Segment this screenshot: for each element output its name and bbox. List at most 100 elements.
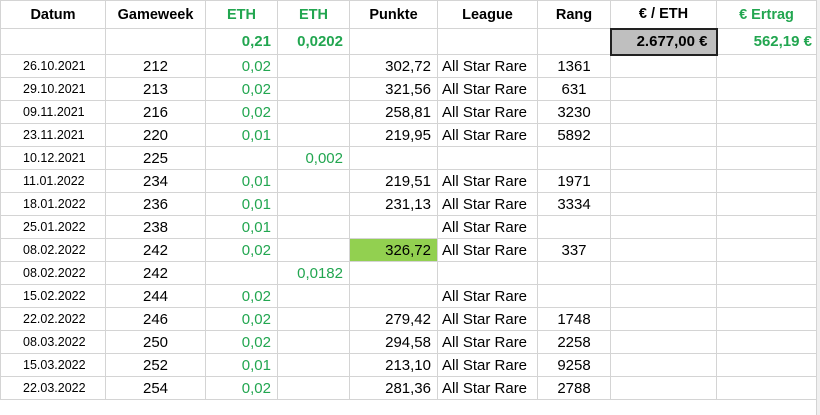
- cell-empty[interactable]: [716, 123, 817, 147]
- cell-league[interactable]: All Star Rare: [437, 330, 538, 354]
- cell-empty[interactable]: [716, 77, 817, 101]
- cell-datum[interactable]: 22.03.2022: [0, 376, 106, 400]
- cell-eth[interactable]: 0,01: [205, 169, 278, 193]
- cell-eth[interactable]: 0,02: [205, 100, 278, 124]
- cell-datum[interactable]: 09.11.2021: [0, 100, 106, 124]
- cell-datum[interactable]: 08.02.2022: [0, 238, 106, 262]
- cell-league[interactable]: All Star Rare: [437, 100, 538, 124]
- totals-empty-cell[interactable]: [0, 28, 106, 55]
- header-eur-per-eth[interactable]: € / ETH: [610, 0, 717, 29]
- cell-gameweek[interactable]: 225: [105, 146, 206, 170]
- cell-punkte[interactable]: 219,95: [349, 123, 438, 147]
- cell-eth-2[interactable]: [277, 376, 350, 400]
- cell-gameweek[interactable]: 252: [105, 353, 206, 377]
- totals-empty-cell[interactable]: [537, 28, 611, 55]
- cell-eth[interactable]: [205, 261, 278, 285]
- cell-datum[interactable]: 22.02.2022: [0, 307, 106, 331]
- cell-datum[interactable]: 18.01.2022: [0, 192, 106, 216]
- cell-empty[interactable]: [610, 307, 717, 331]
- cell-eth-2[interactable]: [277, 330, 350, 354]
- cell-rang[interactable]: 631: [537, 77, 611, 101]
- cell-rang[interactable]: 1748: [537, 307, 611, 331]
- cell-eth-2[interactable]: [277, 192, 350, 216]
- cell-eth-2[interactable]: 0,0182: [277, 261, 350, 285]
- cell-empty[interactable]: [716, 215, 817, 239]
- eur-per-eth-rate[interactable]: 2.677,00 €: [609, 27, 718, 56]
- cell-league[interactable]: All Star Rare: [437, 307, 538, 331]
- cell-eth[interactable]: 0,01: [205, 353, 278, 377]
- cell-rang[interactable]: 1361: [537, 54, 611, 78]
- cell-league[interactable]: All Star Rare: [437, 192, 538, 216]
- cell-gameweek[interactable]: 254: [105, 376, 206, 400]
- cell-empty[interactable]: [610, 54, 717, 78]
- cell-eth[interactable]: 0,01: [205, 123, 278, 147]
- cell-gameweek[interactable]: 244: [105, 284, 206, 308]
- cell-datum[interactable]: 26.10.2021: [0, 54, 106, 78]
- cell-league[interactable]: All Star Rare: [437, 77, 538, 101]
- header-eth[interactable]: ETH: [205, 0, 278, 29]
- cell-gameweek[interactable]: 242: [105, 261, 206, 285]
- vertical-scrollbar[interactable]: [816, 0, 820, 415]
- header-rang[interactable]: Rang: [537, 0, 611, 29]
- cell-eth[interactable]: 0,02: [205, 238, 278, 262]
- cell-rang[interactable]: [537, 146, 611, 170]
- cell-datum[interactable]: 11.01.2022: [0, 169, 106, 193]
- header-datum[interactable]: Datum: [0, 0, 106, 29]
- cell-empty[interactable]: [610, 376, 717, 400]
- cell-empty[interactable]: [716, 192, 817, 216]
- cell-eth-2[interactable]: [277, 238, 350, 262]
- cell-gameweek[interactable]: 236: [105, 192, 206, 216]
- cell-rang[interactable]: 9258: [537, 353, 611, 377]
- cell-empty[interactable]: [716, 307, 817, 331]
- cell-empty[interactable]: [716, 284, 817, 308]
- cell-gameweek[interactable]: 246: [105, 307, 206, 331]
- cell-gameweek[interactable]: 238: [105, 215, 206, 239]
- cell-league[interactable]: All Star Rare: [437, 54, 538, 78]
- cell-gameweek[interactable]: 250: [105, 330, 206, 354]
- cell-eth[interactable]: [205, 146, 278, 170]
- cell-punkte[interactable]: 281,36: [349, 376, 438, 400]
- totals-empty-cell[interactable]: [105, 28, 206, 55]
- cell-punkte[interactable]: [349, 261, 438, 285]
- cell-empty[interactable]: [716, 330, 817, 354]
- cell-empty[interactable]: [716, 100, 817, 124]
- cell-empty[interactable]: [610, 330, 717, 354]
- cell-datum[interactable]: 29.10.2021: [0, 77, 106, 101]
- cell-gameweek[interactable]: 216: [105, 100, 206, 124]
- cell-datum[interactable]: 23.11.2021: [0, 123, 106, 147]
- cell-eth[interactable]: 0,02: [205, 330, 278, 354]
- cell-league[interactable]: All Star Rare: [437, 123, 538, 147]
- cell-eth-2[interactable]: [277, 215, 350, 239]
- cell-punkte[interactable]: [349, 215, 438, 239]
- cell-empty[interactable]: [610, 353, 717, 377]
- cell-league[interactable]: All Star Rare: [437, 284, 538, 308]
- cell-eth-2[interactable]: [277, 77, 350, 101]
- cell-empty[interactable]: [716, 169, 817, 193]
- cell-empty[interactable]: [610, 100, 717, 124]
- header-ertrag[interactable]: € Ertrag: [716, 0, 817, 29]
- cell-empty[interactable]: [610, 146, 717, 170]
- cell-empty[interactable]: [716, 261, 817, 285]
- cell-league[interactable]: All Star Rare: [437, 353, 538, 377]
- header-punkte[interactable]: Punkte: [349, 0, 438, 29]
- cell-punkte[interactable]: 258,81: [349, 100, 438, 124]
- header-eth-2[interactable]: ETH: [277, 0, 350, 29]
- cell-punkte[interactable]: 219,51: [349, 169, 438, 193]
- total-eth[interactable]: 0,21: [205, 28, 278, 55]
- cell-rang[interactable]: 3334: [537, 192, 611, 216]
- cell-punkte[interactable]: 213,10: [349, 353, 438, 377]
- cell-league[interactable]: [437, 146, 538, 170]
- cell-empty[interactable]: [716, 376, 817, 400]
- cell-eth-2[interactable]: [277, 353, 350, 377]
- cell-empty[interactable]: [610, 215, 717, 239]
- cell-rang[interactable]: 5892: [537, 123, 611, 147]
- total-ertrag[interactable]: 562,19 €: [716, 28, 817, 55]
- cell-datum[interactable]: 08.03.2022: [0, 330, 106, 354]
- cell-gameweek[interactable]: 213: [105, 77, 206, 101]
- cell-punkte[interactable]: 294,58: [349, 330, 438, 354]
- cell-league[interactable]: All Star Rare: [437, 169, 538, 193]
- cell-eth-2[interactable]: [277, 284, 350, 308]
- cell-punkte[interactable]: 302,72: [349, 54, 438, 78]
- cell-rang[interactable]: 2788: [537, 376, 611, 400]
- cell-empty[interactable]: [610, 284, 717, 308]
